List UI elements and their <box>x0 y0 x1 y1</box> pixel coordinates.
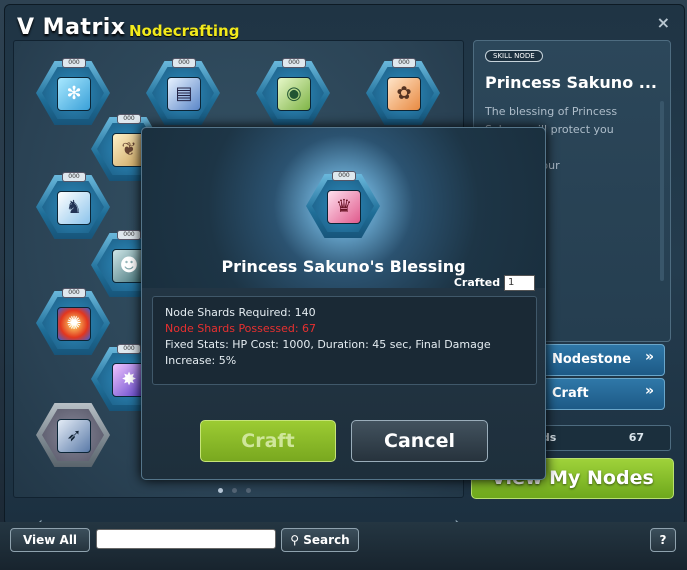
pink-princess-icon: ♛ <box>327 190 361 224</box>
dialog-node-slot: 000 ♛ <box>306 171 380 238</box>
view-all-button[interactable]: View All <box>10 528 90 552</box>
node-badge: 000 <box>62 58 86 68</box>
double-chevron-right-icon: » <box>644 349 654 365</box>
ice-wave-icon: ✻ <box>57 77 91 111</box>
craft-confirm-dialog: 000 ♛ Princess Sakuno's Blessing Crafted… <box>141 127 546 480</box>
search-input[interactable] <box>96 529 276 549</box>
node-badge: 000 <box>117 230 141 240</box>
green-eye-icon: ◉ <box>277 77 311 111</box>
help-button[interactable]: ? <box>650 528 676 552</box>
shards-required-text: Node Shards Required: 140 <box>165 306 316 319</box>
white-slash-icon: ➶ <box>57 419 91 453</box>
node-slot-equipped[interactable]: ➶ <box>36 403 110 467</box>
crafted-quantity-field[interactable]: 1 <box>504 275 535 291</box>
node-slot[interactable]: 000 ✺ <box>36 288 110 355</box>
node-badge: 000 <box>282 58 306 68</box>
dialog-title: Princess Sakuno's Blessing <box>221 257 466 276</box>
search-label: Search <box>303 533 350 547</box>
node-slot[interactable]: 000 ✻ <box>36 58 110 125</box>
cancel-button[interactable]: Cancel <box>351 420 488 462</box>
window-subtitle: Nodecrafting <box>129 22 240 40</box>
search-button[interactable]: ⚲ Search <box>281 528 359 552</box>
node-badge: 000 <box>117 344 141 354</box>
node-badge: 000 <box>392 58 416 68</box>
search-icon: ⚲ <box>290 533 300 547</box>
crafted-label: Crafted <box>453 276 501 289</box>
description-line: The blessing of Princess <box>485 105 618 118</box>
detail-scrollbar[interactable] <box>660 101 664 281</box>
page-dot-active[interactable] <box>218 488 223 493</box>
node-slot[interactable]: 000 ▤ <box>146 58 220 125</box>
node-slot[interactable]: 000 ◉ <box>256 58 330 125</box>
page-indicator <box>218 478 260 497</box>
orange-creature-icon: ✿ <box>387 77 421 111</box>
craft-button[interactable]: Craft <box>200 420 336 462</box>
node-badge: 000 <box>62 172 86 182</box>
craft-info-box: Node Shards Required: 140 Node Shards Po… <box>152 296 537 385</box>
page-dot[interactable] <box>232 488 237 493</box>
shards-possessed-text: Node Shards Possessed: 67 <box>165 322 317 335</box>
skill-node-tag: SKILL NODE <box>485 50 543 62</box>
blue-book-icon: ▤ <box>167 77 201 111</box>
craft-side-label: Craft <box>552 386 589 401</box>
close-icon[interactable]: × <box>657 13 670 32</box>
node-badge: 000 <box>172 58 196 68</box>
nodestone-label: Nodestone <box>552 352 631 367</box>
crafted-count: Crafted 1 <box>454 275 535 291</box>
node-badge: 000 <box>117 114 141 124</box>
node-badge: 000 <box>332 171 356 181</box>
detail-title: Princess Sakuno ... <box>485 73 657 92</box>
double-chevron-right-icon: » <box>644 383 654 399</box>
node-slot[interactable]: 000 ✿ <box>366 58 440 125</box>
node-badge: 000 <box>62 288 86 298</box>
fire-orb-icon: ✺ <box>57 307 91 341</box>
window-title: V Matrix <box>17 15 126 40</box>
page-dot[interactable] <box>246 488 251 493</box>
fixed-stats-text-continued: Increase: 5% <box>165 354 237 367</box>
fixed-stats-text: Fixed Stats: HP Cost: 1000, Duration: 45… <box>165 338 491 351</box>
running-figure-icon: ♞ <box>57 191 91 225</box>
node-slot[interactable]: 000 ♞ <box>36 172 110 239</box>
shards-value: 67 <box>628 431 644 444</box>
